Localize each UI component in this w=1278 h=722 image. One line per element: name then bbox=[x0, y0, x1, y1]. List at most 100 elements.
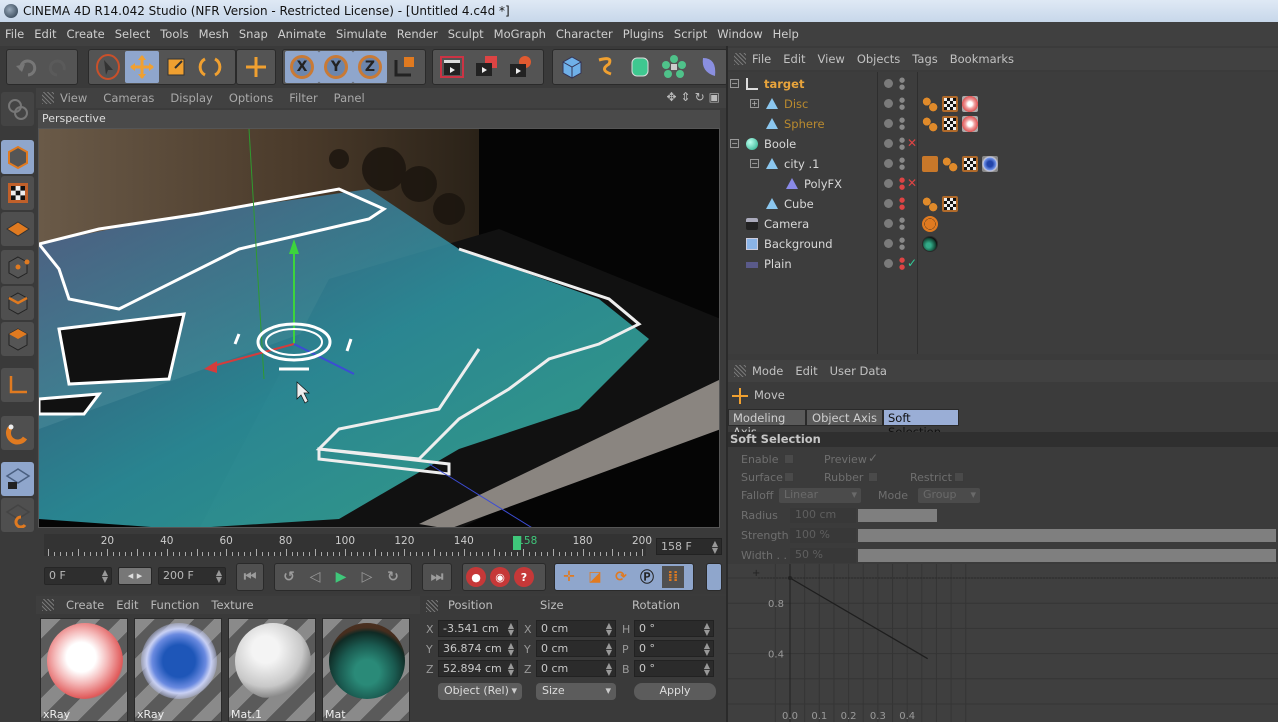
layer-dot-icon[interactable] bbox=[884, 159, 893, 168]
menu-file[interactable]: File bbox=[0, 27, 29, 41]
object-row[interactable]: Camera ● ● bbox=[728, 214, 1278, 234]
recent-tool-button[interactable] bbox=[239, 51, 273, 83]
visibility-toggle[interactable]: ● ● bbox=[899, 77, 905, 91]
layer-dot-icon[interactable] bbox=[884, 139, 893, 148]
panel-grip-icon[interactable] bbox=[42, 599, 54, 611]
menu-create[interactable]: Create bbox=[62, 27, 110, 41]
layer-dot-icon[interactable] bbox=[884, 179, 893, 188]
object-name[interactable]: Sphere bbox=[784, 117, 825, 131]
material-menu-function[interactable]: Function bbox=[151, 598, 200, 612]
object-row[interactable]: Cube ● ● bbox=[728, 194, 1278, 214]
rotation-b-field[interactable]: 0 ° ▲ ▼ bbox=[634, 660, 714, 677]
go-to-end-button[interactable]: ⏭ bbox=[426, 566, 448, 588]
om-menu-objects[interactable]: Objects bbox=[857, 52, 900, 66]
visibility-toggle[interactable]: ● ● bbox=[899, 257, 905, 271]
size-y-field[interactable]: 0 cm ▲ ▼ bbox=[536, 640, 616, 657]
preview-range-slider[interactable]: ◂ ▸ bbox=[118, 567, 152, 585]
surface-checkbox[interactable] bbox=[784, 472, 794, 482]
planar-workplane-button[interactable] bbox=[1, 498, 34, 532]
object-row[interactable]: Background ● ● bbox=[728, 234, 1278, 254]
add-cube-button[interactable] bbox=[555, 51, 589, 83]
scale-tool-button[interactable] bbox=[159, 51, 193, 83]
undo-button[interactable] bbox=[9, 51, 42, 83]
viewport-menu-panel[interactable]: Panel bbox=[334, 91, 365, 105]
collapse-icon[interactable]: − bbox=[750, 159, 759, 168]
visibility-toggle[interactable]: ● ● bbox=[899, 117, 905, 131]
material-swatch[interactable]: Mat.1 bbox=[228, 618, 316, 722]
layer-dot-icon[interactable] bbox=[884, 79, 893, 88]
om-menu-view[interactable]: View bbox=[818, 52, 845, 66]
record-scale-button[interactable]: ◪ bbox=[584, 566, 606, 588]
object-row[interactable]: − target ● ● bbox=[728, 74, 1278, 94]
object-name[interactable]: city .1 bbox=[784, 157, 819, 171]
object-row[interactable]: − Boole ● ● ✕ bbox=[728, 134, 1278, 154]
play-forwards-button[interactable]: ▶ bbox=[330, 566, 352, 588]
x-axis-lock-button[interactable]: X bbox=[285, 51, 319, 83]
timeline-collapse-button[interactable] bbox=[706, 563, 722, 591]
mode-dropdown[interactable]: Group ▾ bbox=[918, 488, 980, 503]
spinner-icon[interactable]: ▲ ▼ bbox=[508, 662, 514, 677]
pan-view-icon[interactable]: ✥ bbox=[666, 90, 676, 104]
xray-material-tag-icon[interactable] bbox=[962, 96, 978, 112]
menu-mesh[interactable]: Mesh bbox=[194, 27, 234, 41]
object-name[interactable]: Cube bbox=[784, 197, 814, 211]
record-parameter-button[interactable]: Ⓟ bbox=[636, 566, 658, 588]
object-name[interactable]: PolyFX bbox=[804, 177, 842, 191]
blue-xray-material-tag-icon[interactable] bbox=[982, 156, 998, 172]
texture-tag-icon[interactable] bbox=[942, 96, 958, 112]
tweak-mode-button[interactable] bbox=[1, 416, 34, 450]
menu-select[interactable]: Select bbox=[110, 27, 155, 41]
menu-render[interactable]: Render bbox=[392, 27, 443, 41]
menu-script[interactable]: Script bbox=[669, 27, 712, 41]
collapse-icon[interactable]: − bbox=[730, 139, 739, 148]
dolly-view-icon[interactable]: ⇕ bbox=[681, 90, 691, 104]
falloff-curve-graph[interactable]: 0.8 0.4 0.0 0.1 0.2 0.3 0.4 + bbox=[728, 564, 1278, 722]
spinner-icon[interactable]: ▲ ▼ bbox=[606, 642, 612, 657]
material-swatch[interactable]: xRay bbox=[40, 618, 128, 722]
menu-mograph[interactable]: MoGraph bbox=[489, 27, 551, 41]
om-menu-file[interactable]: File bbox=[752, 52, 771, 66]
panel-grip-icon[interactable] bbox=[734, 365, 746, 377]
visibility-toggle[interactable]: ● ● bbox=[899, 237, 905, 251]
spinner-icon[interactable]: ▲ ▼ bbox=[712, 540, 718, 555]
object-row[interactable]: + Disc ● ● bbox=[728, 94, 1278, 114]
enabled-check-icon[interactable]: ✓ bbox=[907, 256, 917, 270]
layer-dot-icon[interactable] bbox=[884, 199, 893, 208]
rotation-h-field[interactable]: 0 ° ▲ ▼ bbox=[634, 620, 714, 637]
viewport-menu-filter[interactable]: Filter bbox=[289, 91, 317, 105]
edge-mode-button[interactable] bbox=[1, 286, 34, 320]
size-z-field[interactable]: 0 cm ▲ ▼ bbox=[536, 660, 616, 677]
size-mode-dropdown[interactable]: Size bbox=[536, 683, 616, 700]
coordinate-mode-dropdown[interactable]: Object (Rel) bbox=[438, 683, 522, 700]
visibility-toggle[interactable]: ● ● bbox=[899, 217, 905, 231]
menu-simulate[interactable]: Simulate bbox=[331, 27, 392, 41]
point-mode-button[interactable] bbox=[1, 250, 34, 284]
menu-animate[interactable]: Animate bbox=[273, 27, 331, 41]
add-nurbs-button[interactable] bbox=[623, 51, 657, 83]
attr-menu-edit[interactable]: Edit bbox=[795, 364, 817, 378]
layer-dot-icon[interactable] bbox=[884, 239, 893, 248]
record-point-level-button[interactable]: ⁞⁞ bbox=[662, 566, 684, 588]
viewport-menu-view[interactable]: View bbox=[60, 91, 87, 105]
spinner-icon[interactable]: ▲ ▼ bbox=[508, 622, 514, 637]
city-material-tag-icon[interactable] bbox=[922, 236, 938, 252]
spinner-icon[interactable]: ▲ ▼ bbox=[606, 662, 612, 677]
spinner-icon[interactable]: ▲ ▼ bbox=[102, 569, 108, 584]
y-axis-lock-button[interactable]: Y bbox=[319, 51, 353, 83]
display-tag-icon[interactable] bbox=[922, 156, 938, 172]
tab-object-axis[interactable]: Object Axis bbox=[806, 409, 883, 426]
compositing-tag-icon[interactable] bbox=[922, 96, 938, 112]
object-row[interactable]: Plain ● ● ✓ bbox=[728, 254, 1278, 274]
viewport-menu-cameras[interactable]: Cameras bbox=[103, 91, 154, 105]
object-name[interactable]: Camera bbox=[764, 217, 809, 231]
panel-grip-icon[interactable] bbox=[734, 53, 746, 65]
menu-window[interactable]: Window bbox=[712, 27, 767, 41]
spinner-icon[interactable]: ▲ ▼ bbox=[704, 622, 710, 637]
om-menu-tags[interactable]: Tags bbox=[912, 52, 937, 66]
collapse-icon[interactable]: − bbox=[730, 79, 739, 88]
compositing-tag-icon[interactable] bbox=[922, 116, 938, 132]
position-z-field[interactable]: 52.894 cm ▲ ▼ bbox=[438, 660, 518, 677]
panel-grip-icon[interactable] bbox=[426, 600, 438, 612]
material-swatch[interactable]: Mat bbox=[322, 618, 410, 722]
menu-tools[interactable]: Tools bbox=[155, 27, 193, 41]
